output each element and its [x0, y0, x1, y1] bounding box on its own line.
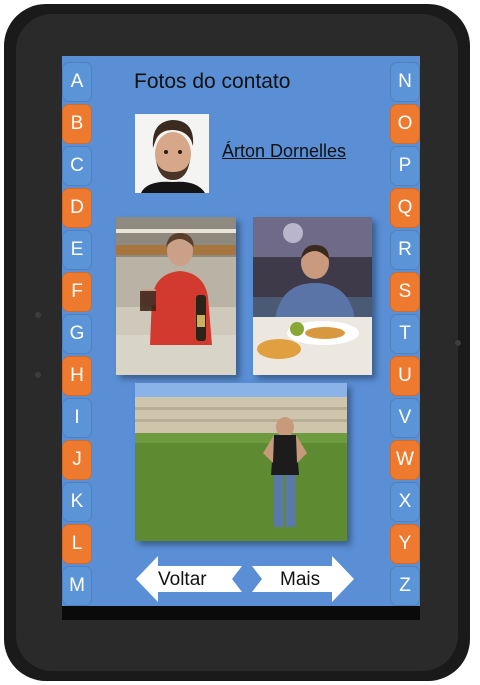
back-button[interactable]: Voltar — [136, 556, 242, 602]
letter-b-button[interactable]: B — [62, 104, 92, 144]
photo-restaurant[interactable] — [253, 217, 372, 375]
camera-dot-right — [455, 340, 461, 346]
letter-s-button[interactable]: S — [390, 272, 420, 312]
letter-v-button[interactable]: V — [390, 398, 420, 438]
letter-e-button[interactable]: E — [62, 230, 92, 270]
contact-avatar — [135, 114, 209, 193]
screen-bottom-edge — [62, 606, 420, 620]
letter-u-button[interactable]: U — [390, 356, 420, 396]
letter-c-button[interactable]: C — [62, 146, 92, 186]
letter-j-button[interactable]: J — [62, 440, 92, 480]
letter-k-button[interactable]: K — [62, 482, 92, 522]
back-button-label: Voltar — [158, 569, 207, 590]
letter-a-button[interactable]: A — [62, 62, 92, 102]
letter-r-button[interactable]: R — [390, 230, 420, 270]
contact-name-link[interactable]: Árton Dornelles — [222, 141, 346, 162]
more-button[interactable]: Mais — [252, 556, 354, 602]
letter-f-button[interactable]: F — [62, 272, 92, 312]
letter-g-button[interactable]: G — [62, 314, 92, 354]
letter-n-button[interactable]: N — [390, 62, 420, 102]
letter-l-button[interactable]: L — [62, 524, 92, 564]
letter-t-button[interactable]: T — [390, 314, 420, 354]
letter-h-button[interactable]: H — [62, 356, 92, 396]
photo-bar-beer[interactable] — [116, 217, 236, 375]
letter-q-button[interactable]: Q — [390, 188, 420, 228]
letter-o-button[interactable]: O — [390, 104, 420, 144]
photo-park[interactable] — [135, 383, 347, 541]
letter-w-button[interactable]: W — [390, 440, 420, 480]
letter-p-button[interactable]: P — [390, 146, 420, 186]
letter-x-button[interactable]: X — [390, 482, 420, 522]
letter-z-button[interactable]: Z — [390, 566, 420, 606]
letter-y-button[interactable]: Y — [390, 524, 420, 564]
letter-d-button[interactable]: D — [62, 188, 92, 228]
letter-i-button[interactable]: I — [62, 398, 92, 438]
camera-dot-left — [35, 312, 41, 318]
more-button-label: Mais — [280, 569, 321, 590]
letter-m-button[interactable]: M — [62, 566, 92, 606]
page-title: Fotos do contato — [134, 70, 291, 93]
camera-dot-left-2 — [35, 372, 41, 378]
